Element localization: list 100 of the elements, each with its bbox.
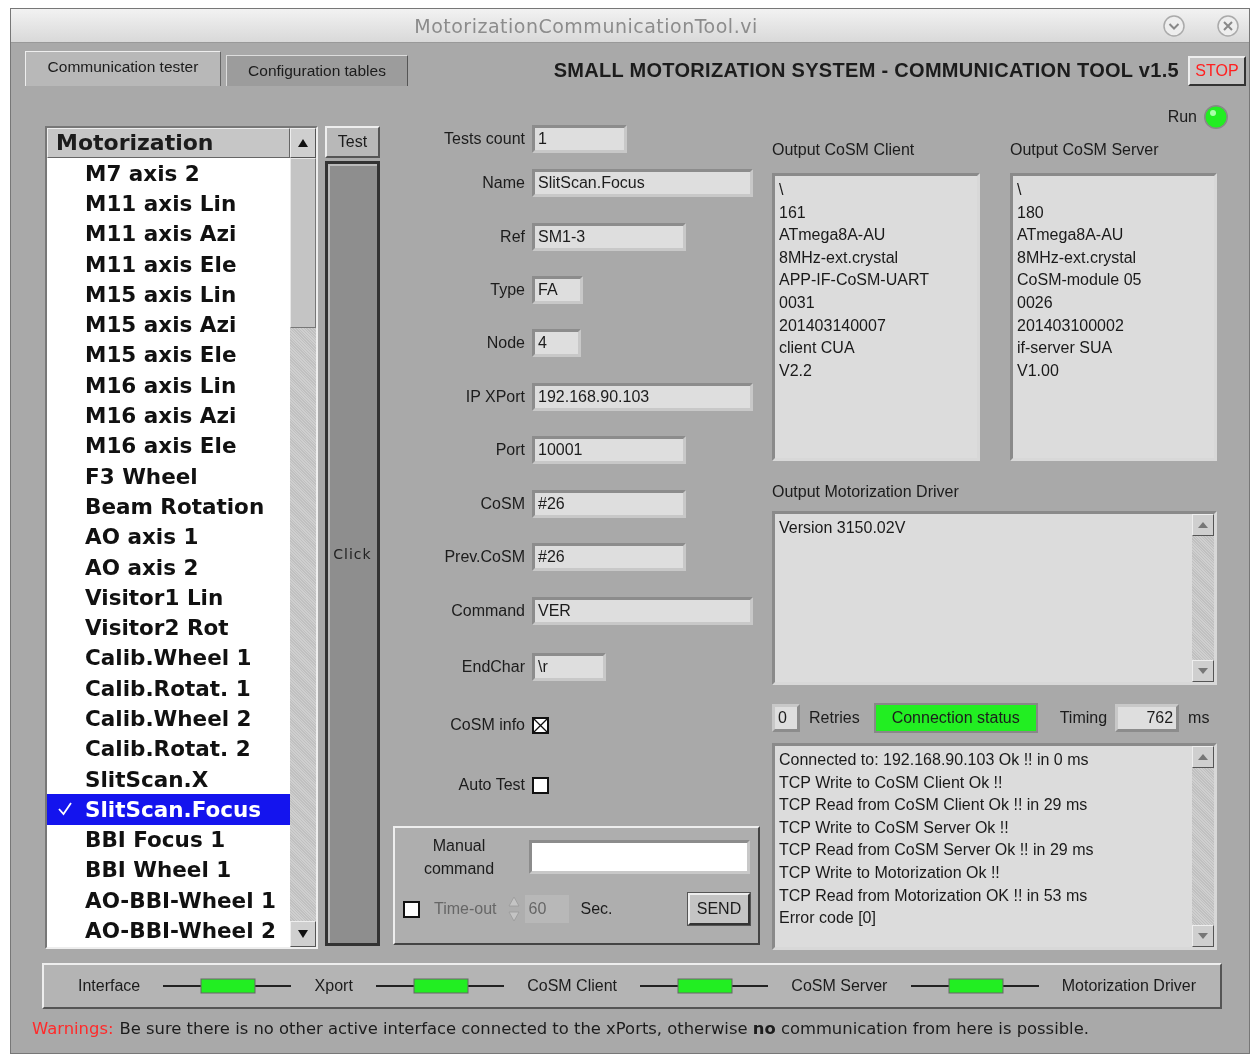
close-icon[interactable] (1215, 12, 1241, 39)
scroll-down-button[interactable] (1192, 660, 1214, 682)
checkbox[interactable] (403, 900, 420, 918)
field-label: Manual command (422, 836, 496, 879)
field-label: CoSM (479, 495, 525, 513)
output-line: V1.00 (1017, 360, 1059, 381)
output-line: CoSM-module 05 (1017, 270, 1142, 291)
list-item[interactable]: M16 axis Ele (47, 430, 290, 461)
input-field[interactable]: \r (532, 653, 606, 681)
output-line: if-server SUA (1017, 338, 1113, 359)
input-field[interactable]: FA (532, 276, 583, 304)
up-arrow-icon (1197, 521, 1209, 529)
app-title: SMALL MOTORIZATION SYSTEM - COMMUNICATION TOOL v1.5 (552, 58, 1179, 82)
list-item[interactable]: M16 axis Lin (47, 370, 290, 401)
output-line: 8MHz-ext.crystal (1017, 247, 1137, 268)
list-item[interactable]: M16 axis Azi (47, 400, 290, 431)
down-arrow-icon (1197, 667, 1209, 675)
list-item-label: Calib.Rotat. 1 (85, 675, 251, 701)
list-item[interactable]: Calib.Rotat. 1 (47, 673, 290, 704)
scroll-down-button[interactable] (290, 921, 316, 947)
retries-label: Retries (809, 709, 860, 727)
list-item[interactable]: Calib.Wheel 2 (47, 703, 290, 734)
list-item[interactable]: Visitor1 Lin (47, 582, 290, 613)
list-item[interactable]: AO axis 2 (47, 551, 290, 583)
output-line: 201403100002 (1017, 315, 1124, 336)
input-field[interactable]: SM1-3 (532, 223, 686, 251)
field-label: Node (485, 334, 525, 352)
input-field[interactable]: SlitScan.Focus (532, 169, 753, 197)
input-field[interactable]: #26 (532, 543, 686, 571)
list-item[interactable]: AO axis 1 (47, 521, 290, 552)
list-item[interactable]: Visitor2 Rot (47, 612, 290, 643)
list-item-label: AO-BBI-Wheel 1 (85, 887, 276, 913)
list-item[interactable]: F3 Wheel (47, 460, 290, 492)
list-item[interactable]: M7 axis 2 (47, 158, 290, 189)
window-title: MotorizationCommunicationTool.vi (413, 14, 759, 37)
list-item[interactable]: M11 axis Ele (47, 248, 290, 280)
log-line: TCP Read from Motorization OK !! in 53 ms (779, 885, 1088, 906)
chevron-down-icon[interactable] (1161, 12, 1187, 39)
field-label: Command (450, 602, 525, 620)
send-button[interactable]: SEND (688, 893, 750, 925)
list-item-label: SlitScan.X (85, 766, 209, 792)
log-line: TCP Write to CoSM Client Ok !! (779, 772, 1003, 793)
scroll-thumb[interactable] (290, 158, 316, 328)
list-item-label: M16 axis Azi (85, 403, 237, 428)
list-item-label: M11 axis Ele (85, 251, 237, 277)
input-field[interactable]: #26 (532, 490, 686, 518)
scroll-up-button[interactable] (290, 128, 316, 158)
field-label: Port (494, 441, 525, 459)
list-item[interactable]: SlitScan.X (47, 763, 290, 795)
input-field[interactable]: 1 (532, 125, 627, 153)
down-arrow-icon (1197, 932, 1209, 940)
list-item[interactable]: Beam Rotation (47, 491, 290, 522)
output-line: client CUA (779, 338, 855, 359)
list-item-label: M7 axis 2 (85, 160, 200, 186)
log-line: TCP Read from CoSM Client Ok !! in 29 ms (779, 795, 1088, 816)
scroll-up-button[interactable] (1192, 514, 1214, 536)
output-label: Output Motorization Driver (772, 483, 960, 501)
input-field[interactable] (529, 840, 750, 874)
list-item-label: BBI Focus 1 (85, 827, 226, 853)
checkbox-label: CoSM info (449, 716, 525, 734)
list-header: Motorization (47, 128, 290, 158)
scroll-down-button[interactable] (1192, 925, 1214, 947)
list-item[interactable]: AO-BBI-Wheel 1 (47, 885, 290, 916)
retries-field: 0 (772, 704, 800, 732)
list-item[interactable]: AO-BBI-Wheel 2 (47, 915, 290, 946)
timing-label: Timing (1059, 709, 1108, 727)
list-item[interactable]: Calib.Rotat. 2 (47, 733, 290, 764)
checkbox[interactable] (532, 776, 549, 794)
list-item[interactable]: SlitScan.Focus (47, 794, 290, 825)
output-line: 0031 (779, 292, 815, 313)
tab[interactable]: Communication tester (25, 51, 221, 86)
test-button[interactable]: Test (325, 126, 380, 158)
list-item-label: Visitor1 Lin (85, 584, 224, 610)
list-item-label: M11 axis Lin (85, 190, 237, 216)
list-item[interactable]: M15 axis Lin (47, 279, 290, 310)
log-line: TCP Write to CoSM Server Ok !! (779, 817, 1009, 838)
list-item[interactable]: BBI Wheel 1 (47, 854, 290, 886)
scroll-up-button[interactable] (1192, 746, 1214, 768)
input-field[interactable]: 4 (532, 329, 581, 357)
log-line: Error code [0] (779, 908, 876, 929)
list-item[interactable]: BBI Focus 1 (47, 824, 290, 855)
field-label: Ref (499, 228, 525, 246)
checkbox[interactable] (532, 716, 549, 734)
list-item-label: AO-BBI-Wheel 2 (85, 918, 276, 944)
list-item-label: M15 axis Lin (85, 281, 237, 307)
list-item[interactable]: M11 axis Lin (47, 188, 290, 219)
click-button[interactable]: Click (325, 161, 380, 946)
list-item[interactable]: M11 axis Azi (47, 218, 290, 249)
list-item[interactable]: M15 axis Ele (47, 339, 290, 371)
output-line: Version 3150.02V (779, 518, 906, 538)
input-field[interactable]: 192.168.90.103 (532, 383, 753, 411)
output-line: 180 (1017, 202, 1044, 223)
input-field[interactable]: VER (532, 597, 753, 625)
list-item[interactable]: M15 axis Azi (47, 309, 290, 340)
tab[interactable]: Configuration tables (226, 55, 408, 86)
list-item-label: M16 axis Ele (85, 433, 237, 459)
output-line: ATmega8A-AU (779, 225, 886, 246)
node-label: CoSM Server (791, 977, 888, 995)
list-item[interactable]: Calib.Wheel 1 (47, 642, 290, 674)
input-field[interactable]: 10001 (532, 436, 686, 464)
